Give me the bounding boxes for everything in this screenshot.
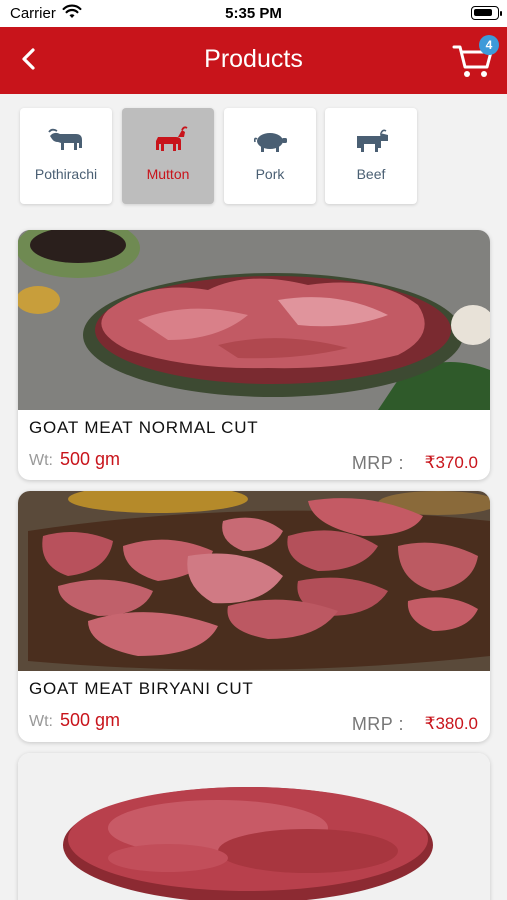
goat-icon (156, 126, 188, 151)
product-card[interactable]: GOAT MEAT BIRYANI CUT Wt: 500 gm MRP : ₹… (18, 491, 490, 742)
category-label: Pork (255, 166, 285, 182)
product-card[interactable]: GOAT MEAT NORMAL CUT Wt: 500 gm MRP : ₹3… (18, 230, 490, 480)
category-pork[interactable]: Pork (224, 108, 316, 204)
clock: 5:35 PM (225, 5, 282, 22)
product-name: GOAT MEAT NORMAL CUT (29, 418, 259, 437)
cart-button[interactable]: 4 (451, 35, 499, 83)
product-image (18, 753, 490, 900)
category-label: Beef (356, 166, 386, 182)
weight-label: Wt: (29, 452, 53, 469)
mrp-label: MRP : (351, 453, 404, 473)
product-name: GOAT MEAT BIRYANI CUT (29, 679, 254, 698)
header: Products 4 (0, 27, 507, 94)
buffalo-icon (48, 128, 82, 150)
price: ₹370.0 (424, 453, 478, 472)
cart-count-badge: 4 (479, 35, 499, 55)
price: ₹380.0 (424, 714, 478, 733)
mrp-label: MRP : (351, 714, 404, 734)
page-title: Products (204, 45, 303, 73)
product-image (18, 230, 490, 410)
weight-label: Wt: (29, 713, 53, 730)
category-label: Mutton (146, 166, 190, 182)
battery-level (474, 9, 492, 16)
battery-icon (471, 6, 502, 20)
status-bar: Carrier 5:35 PM (0, 0, 507, 27)
product-image (18, 491, 490, 671)
weight-value: 500 gm (60, 710, 121, 730)
pig-icon (253, 133, 287, 152)
product-card[interactable] (18, 753, 490, 900)
weight-value: 500 gm (60, 449, 121, 469)
cow-icon (357, 129, 388, 152)
category-bar: Pothirachi Mutton Pork Beef (20, 108, 500, 206)
category-pothirachi[interactable]: Pothirachi (20, 108, 112, 204)
category-label: Pothirachi (34, 166, 98, 182)
category-mutton[interactable]: Mutton (122, 108, 214, 204)
category-beef[interactable]: Beef (325, 108, 417, 204)
